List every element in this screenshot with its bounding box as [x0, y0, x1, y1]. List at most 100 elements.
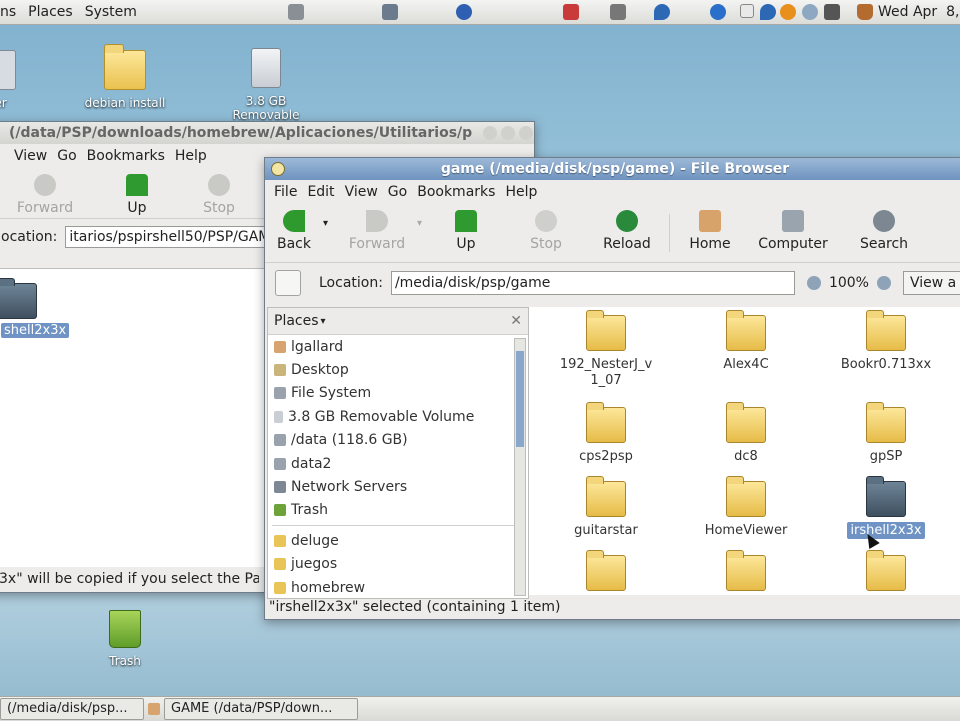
sidebar-scrollbar[interactable]	[514, 338, 526, 596]
drop-icon[interactable]	[654, 4, 670, 20]
up-button[interactable]: Up	[101, 168, 173, 216]
scrollbar-thumb[interactable]	[516, 351, 524, 447]
folder-item[interactable]	[541, 550, 671, 595]
menu-bookmarks[interactable]: Bookmarks	[412, 184, 500, 200]
forward-history-dropdown-icon[interactable]: ▾	[417, 204, 431, 229]
selected-folder-icon[interactable]	[0, 278, 37, 319]
menu-bookmarks[interactable]: Bookmarks	[82, 148, 170, 164]
menu-go[interactable]: Go	[383, 184, 412, 200]
taskbar-button-file-browser[interactable]: (/media/disk/psp...	[0, 698, 144, 720]
minimize-icon[interactable]	[483, 126, 497, 140]
sidebar-item-filesystem[interactable]: File System	[268, 382, 528, 405]
menu-view[interactable]: View	[9, 148, 52, 164]
home-button[interactable]: Home	[670, 204, 750, 252]
drop2-icon[interactable]	[760, 4, 776, 20]
clock[interactable]: Wed Apr 8,	[878, 4, 959, 20]
front-file-browser-window[interactable]: game (/media/disk/psp/game) - File Brows…	[264, 157, 960, 620]
menu-go[interactable]: Go	[52, 148, 81, 164]
applications-menu[interactable]: ns	[0, 4, 22, 20]
front-window-titlebar[interactable]: game (/media/disk/psp/game) - File Brows…	[265, 158, 960, 180]
desktop-icon-debian-install[interactable]: debian install	[70, 44, 180, 110]
zoom-in-icon[interactable]	[876, 276, 891, 290]
computer-button[interactable]: Computer	[750, 204, 836, 252]
folder-item[interactable]: gpSP	[821, 402, 951, 464]
folder-item[interactable]: guitarstar	[541, 476, 671, 538]
top-panel: ns Places System Wed Apr 8,	[0, 0, 960, 25]
folder-icon	[866, 476, 906, 517]
folder-item-selected[interactable]: irshell2x3x	[821, 476, 951, 539]
desktop-icon-label: Trash	[109, 654, 141, 668]
desktop-icon-label: debian install	[84, 96, 166, 110]
wifi-icon[interactable]	[824, 4, 840, 20]
game-icon[interactable]	[563, 4, 579, 20]
sidebar-item-trash[interactable]: Trash	[268, 499, 528, 522]
folder-item[interactable]: HomeViewer	[681, 476, 811, 538]
forward-button[interactable]: Forward	[337, 204, 417, 252]
selected-folder-label[interactable]: shell2x3x	[1, 323, 70, 338]
up-button[interactable]: Up	[431, 204, 501, 252]
folder-item[interactable]	[821, 550, 951, 595]
folder-item[interactable]: 192_NesterJ_v1_07	[541, 310, 671, 389]
desktop-icon-trash[interactable]: Trash	[70, 610, 180, 668]
sidebar-item-removable[interactable]: 3.8 GB Removable Volume	[268, 405, 528, 428]
places-dropdown[interactable]: Places	[274, 313, 319, 329]
weather-icon[interactable]	[780, 4, 796, 20]
location-field[interactable]: /media/disk/psp/game	[390, 271, 795, 295]
removable-drive-icon	[274, 410, 283, 423]
update-icon[interactable]	[710, 4, 726, 20]
pencil-icon[interactable]	[382, 4, 398, 20]
taskbar-button-game[interactable]: GAME (/data/PSP/down...	[164, 698, 358, 720]
front-window-title: game (/media/disk/psp/game) - File Brows…	[440, 161, 790, 177]
close-icon[interactable]	[519, 126, 533, 140]
folder-item[interactable]: cps2psp	[541, 402, 671, 464]
volume-icon[interactable]	[802, 4, 818, 20]
folder-item[interactable]: Alex4C	[681, 310, 811, 372]
launcher-icon[interactable]	[288, 4, 304, 20]
back-window-titlebar[interactable]: (/data/PSP/downloads/homebrew/Aplicacion…	[0, 122, 534, 144]
folder-icon	[148, 703, 160, 715]
view-as-select[interactable]: View a	[902, 271, 960, 295]
sidebar-header: Places ▾ ✕	[268, 308, 528, 335]
places-menu[interactable]: Places	[22, 4, 79, 20]
reload-button[interactable]: Reload	[591, 204, 663, 252]
search-button[interactable]: Search	[836, 204, 932, 252]
chevron-down-icon[interactable]: ▾	[321, 316, 326, 327]
battery-icon[interactable]	[857, 4, 873, 20]
menu-help[interactable]: Help	[170, 148, 212, 164]
note-icon[interactable]	[740, 4, 754, 18]
back-button[interactable]: Back	[265, 204, 323, 252]
sidebar-bookmarks-list: deluge juegos homebrew	[268, 529, 528, 599]
folder-item[interactable]: dc8	[681, 402, 811, 464]
menu-file[interactable]: File	[269, 184, 302, 200]
back-history-dropdown-icon[interactable]: ▾	[323, 204, 337, 229]
folder-item[interactable]	[681, 550, 811, 595]
browser-icon[interactable]	[456, 4, 472, 20]
sidebar-item-data[interactable]: /data (118.6 GB)	[268, 429, 528, 452]
window-menu-icon[interactable]	[271, 162, 285, 176]
sidebar-item-home[interactable]: lgallard	[268, 335, 528, 358]
close-sidebar-icon[interactable]: ✕	[510, 313, 522, 329]
folder-icon	[866, 550, 906, 591]
zoom-out-icon[interactable]	[806, 276, 821, 290]
desktop-icon-partial[interactable]: ster	[0, 50, 50, 110]
network-icon[interactable]	[610, 4, 626, 20]
sidebar-item-data2[interactable]: data2	[268, 452, 528, 475]
sidebar-item-deluge[interactable]: deluge	[268, 529, 528, 552]
menu-help[interactable]: Help	[500, 184, 542, 200]
folder-item[interactable]: Bookr0.713xx	[821, 310, 951, 372]
sidebar-item-network[interactable]: Network Servers	[268, 475, 528, 498]
zoom-level[interactable]: 100%	[829, 275, 869, 291]
system-menu[interactable]: System	[79, 4, 143, 20]
maximize-icon[interactable]	[501, 126, 515, 140]
sidebar-item-desktop[interactable]: Desktop	[268, 358, 528, 381]
stop-button[interactable]: Stop	[501, 204, 591, 252]
edit-location-icon[interactable]	[275, 270, 301, 296]
forward-button[interactable]: Forward	[9, 168, 81, 216]
sidebar-item-juegos[interactable]: juegos	[268, 553, 528, 576]
desktop-icon-removable[interactable]: 3.8 GB Removable	[211, 48, 321, 122]
stop-button[interactable]: Stop	[183, 168, 255, 216]
location-field[interactable]: itarios/pspirshell50/PSP/GAM	[65, 226, 274, 248]
menu-view[interactable]: View	[340, 184, 383, 200]
menu-edit[interactable]: Edit	[302, 184, 339, 200]
trash-icon	[274, 504, 286, 517]
